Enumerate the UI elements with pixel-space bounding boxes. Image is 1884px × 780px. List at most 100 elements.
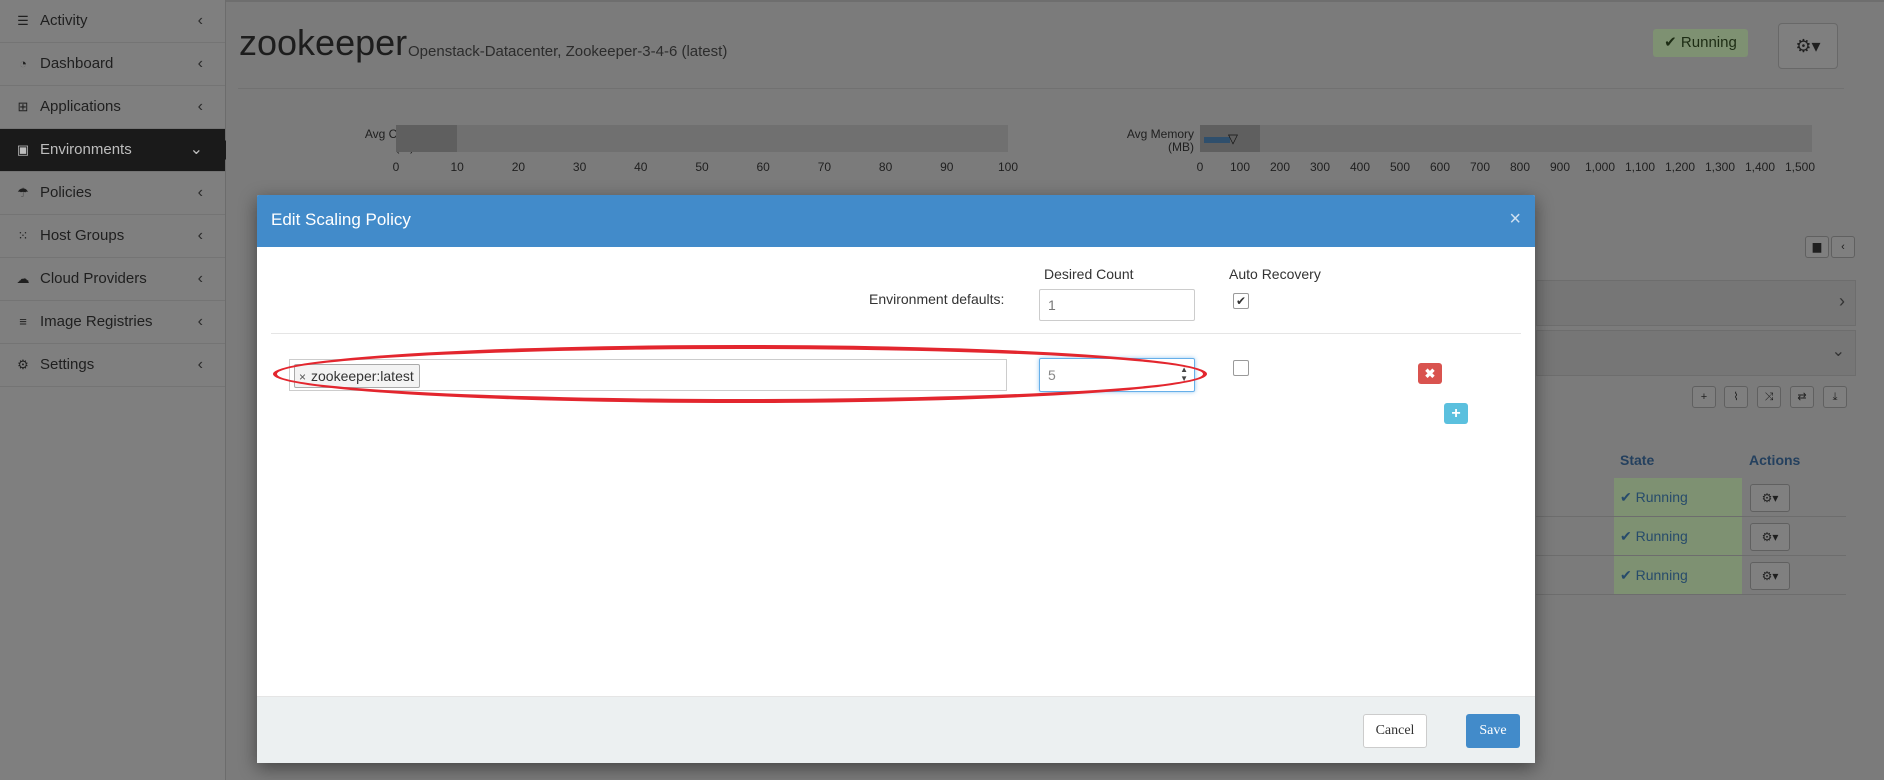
axis-tick-label: 40	[634, 160, 648, 174]
memory-meter: ▽	[1200, 125, 1812, 152]
top-border	[226, 0, 1884, 2]
sidebar-item-label: Applications	[40, 98, 121, 115]
sidebar-item-label: Host Groups	[40, 227, 125, 244]
state-text: Running	[1635, 489, 1688, 505]
plus-icon[interactable]: +	[1692, 386, 1716, 408]
axis-tick-label: 200	[1269, 160, 1291, 174]
chevron-right-icon: ›	[1839, 291, 1845, 311]
axis-tick-label: 600	[1429, 160, 1451, 174]
column-header-state: State	[1620, 452, 1655, 468]
delete-rule-button[interactable]: ✖	[1418, 363, 1442, 384]
database-icon: ≡	[19, 314, 27, 329]
remove-tag-icon[interactable]: ×	[299, 370, 306, 384]
sidebar-item-dashboard[interactable]: ◔ Dashboard ‹	[0, 43, 225, 86]
cloud-icon: ☁	[16, 271, 30, 286]
default-count-input[interactable]	[1039, 289, 1195, 321]
line-chart-icon[interactable]: ⌇	[1724, 386, 1748, 408]
sidebar-item-label: Policies	[40, 184, 92, 201]
status-badge: ✔ Running	[1614, 517, 1742, 555]
axis-tick-label: 100	[997, 160, 1019, 174]
modal-header: Edit Scaling Policy ×	[257, 195, 1535, 247]
row-actions-button[interactable]: ⚙▾	[1750, 484, 1790, 512]
chevron-left-icon: ‹	[197, 227, 203, 244]
edit-scaling-policy-modal: Edit Scaling Policy × Desired Count Auto…	[257, 195, 1535, 763]
chevron-left-icon: ‹	[197, 12, 203, 29]
sidebar-item-settings[interactable]: ⚙ Settings ‹	[0, 344, 225, 387]
image-icon: ▣	[16, 142, 30, 157]
auto-recovery-checkbox[interactable]	[1233, 360, 1249, 376]
chevron-left-icon: ‹	[197, 356, 203, 373]
axis-tick-label: 500	[1389, 160, 1411, 174]
axis-tick-label: 0	[1196, 160, 1204, 174]
axis-tick-label: 800	[1509, 160, 1531, 174]
sidebar-item-applications[interactable]: ⊞ Applications ‹	[0, 86, 225, 129]
exchange-icon[interactable]: ⇄	[1790, 386, 1814, 408]
divider	[271, 333, 1521, 334]
plus-icon: +	[1451, 405, 1461, 422]
status-badge: ✔ Running	[1653, 29, 1748, 57]
axis-tick-label: 50	[695, 160, 709, 174]
list-icon: ☰	[17, 13, 29, 28]
page-title: zookeeper	[239, 22, 408, 63]
chevron-left-icon: ‹	[197, 313, 203, 330]
divider	[238, 88, 1844, 89]
chevron-left-icon: ‹	[197, 98, 203, 115]
desired-count-input[interactable]: 5 ▲ ▼	[1039, 358, 1195, 392]
axis-tick-label: 100	[1229, 160, 1251, 174]
sitemap-icon: ⊞	[17, 99, 29, 114]
default-auto-recovery-checkbox[interactable]: ✔	[1233, 293, 1249, 309]
memory-meter-label: Avg Memory (MB)	[1086, 128, 1194, 154]
sidebar-item-activity[interactable]: ☰ Activity ‹	[0, 0, 225, 43]
axis-tick-label: 30	[572, 160, 587, 174]
environment-actions-button[interactable]: ⚙▾	[1778, 23, 1838, 69]
sidebar-item-label: Environments	[40, 141, 132, 158]
row-actions-button[interactable]: ⚙▾	[1750, 562, 1790, 590]
check-icon: ✔	[1235, 294, 1247, 308]
sidebar-item-label: Activity	[40, 12, 88, 29]
close-icon[interactable]: ×	[1509, 208, 1521, 231]
chevron-left-icon: ‹	[197, 270, 203, 287]
axis-tick-label: 60	[756, 160, 770, 174]
image-tag: × zookeeper:latest	[294, 364, 420, 388]
collapse-left-icon[interactable]: ‹	[1831, 236, 1855, 258]
chevron-down-icon: ⌄	[189, 141, 203, 158]
sidebar-item-environments[interactable]: ▣ Environments ⌄	[0, 129, 235, 172]
sidebar-item-label: Settings	[40, 356, 95, 373]
memory-bar-marker	[1204, 137, 1230, 143]
th-icon: ⁙	[17, 228, 29, 243]
cpu-meter	[396, 125, 1008, 152]
sidebar-item-policies[interactable]: ☂ Policies ‹	[0, 172, 225, 215]
axis-tick-label: 700	[1469, 160, 1491, 174]
axis-tick-label: 1,200	[1664, 160, 1696, 174]
modal-title: Edit Scaling Policy	[271, 210, 411, 229]
cancel-button[interactable]: Cancel	[1363, 714, 1427, 748]
status-text: Running	[1680, 34, 1737, 51]
panel-collapsed[interactable]: ›	[1536, 280, 1856, 326]
sidebar-item-host-groups[interactable]: ⁙ Host Groups ‹	[0, 215, 225, 258]
times-icon: ✖	[1424, 366, 1436, 381]
axis-tick-label: 1,000	[1584, 160, 1616, 174]
sidebar-item-image-registries[interactable]: ≡ Image Registries ‹	[0, 301, 225, 344]
desired-count-header: Desired Count	[1044, 266, 1134, 282]
save-button[interactable]: Save	[1466, 714, 1520, 748]
image-tag-label: zookeeper:latest	[311, 368, 414, 384]
image-tag-input[interactable]: × zookeeper:latest	[289, 359, 1007, 391]
row-actions-button[interactable]: ⚙▾	[1750, 523, 1790, 551]
column-header-actions: Actions	[1749, 452, 1801, 468]
add-rule-button[interactable]: +	[1444, 403, 1468, 424]
download-icon[interactable]: ⤓	[1823, 386, 1847, 408]
spinner-arrows-icon[interactable]: ▲ ▼	[1180, 365, 1188, 383]
axis-tick-label: 20	[511, 160, 526, 174]
check-circle-icon: ✔	[1664, 34, 1677, 51]
desired-count-value: 5	[1048, 367, 1056, 383]
sidebar-item-cloud-providers[interactable]: ☁ Cloud Providers ‹	[0, 258, 225, 301]
axis-tick-label: 1,100	[1624, 160, 1656, 174]
axis-tick-label: 80	[878, 160, 893, 174]
panel-expanded[interactable]: ⌄	[1536, 330, 1856, 376]
umbrella-icon: ☂	[17, 185, 29, 200]
random-icon[interactable]: ⤨	[1757, 386, 1781, 408]
chevron-left-icon: ‹	[197, 55, 203, 72]
status-badge: ✔ Running	[1614, 478, 1742, 516]
axis-tick-label: 70	[817, 160, 832, 174]
folder-icon[interactable]: ▆	[1805, 236, 1829, 258]
